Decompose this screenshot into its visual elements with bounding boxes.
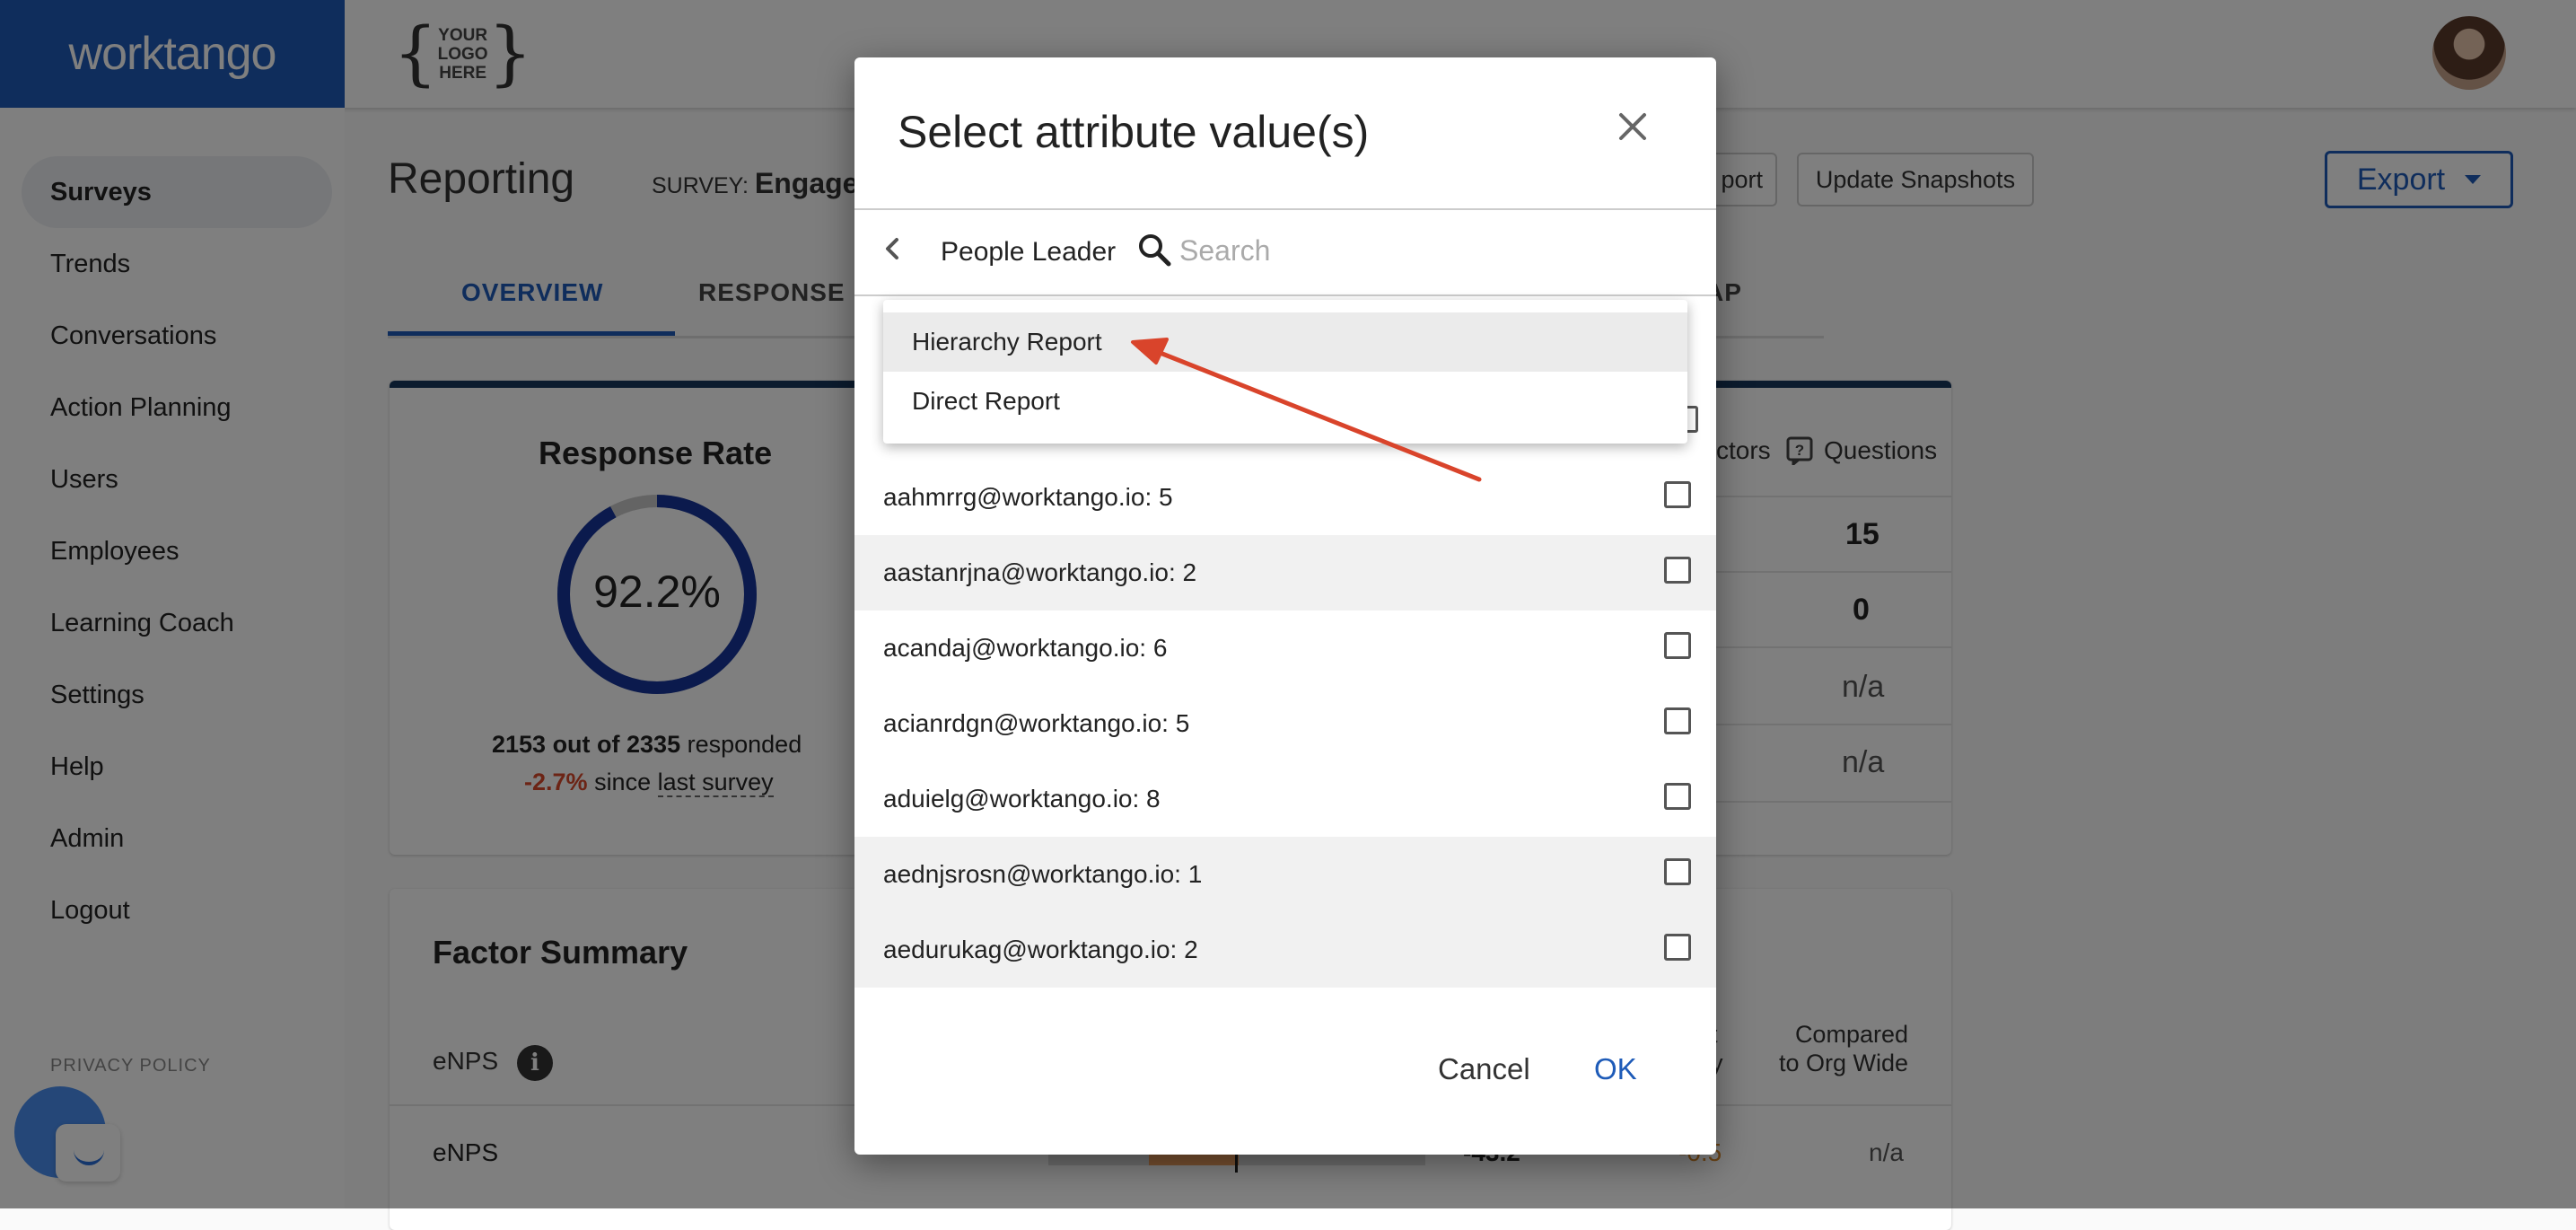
search-icon: [1139, 234, 1171, 267]
list-item[interactable]: aahmrrg@worktango.io: 5: [854, 460, 1716, 535]
list-item-checkbox[interactable]: [1664, 707, 1691, 734]
modal-title: Select attribute value(s): [898, 107, 1370, 157]
list-item-checkbox[interactable]: [1664, 783, 1691, 810]
list-item[interactable]: aedurukag@worktango.io: 2: [854, 912, 1716, 988]
list-item[interactable]: acianrdgn@worktango.io: 5: [854, 686, 1716, 761]
list-item[interactable]: aednjsrosn@worktango.io: 1: [854, 837, 1716, 912]
dropdown-option-hierarchy-report[interactable]: Hierarchy Report: [883, 312, 1687, 372]
close-icon[interactable]: [1610, 104, 1655, 149]
list-item[interactable]: acandaj@worktango.io: 6: [854, 611, 1716, 686]
list-item[interactable]: aduielg@worktango.io: 8: [854, 761, 1716, 837]
ok-button[interactable]: OK: [1594, 1052, 1637, 1086]
list-item[interactable]: aastanrjna@worktango.io: 2: [854, 535, 1716, 611]
list-item-checkbox[interactable]: [1664, 481, 1691, 508]
search-input[interactable]: [1178, 228, 1684, 273]
cancel-button[interactable]: Cancel: [1438, 1052, 1530, 1086]
dropdown-option-direct-report[interactable]: Direct Report: [883, 372, 1687, 431]
chevron-left-icon[interactable]: [878, 233, 908, 264]
list-item-checkbox[interactable]: [1664, 632, 1691, 659]
attribute-type-dropdown: Hierarchy Report Direct Report: [883, 300, 1687, 444]
list-item-checkbox[interactable]: [1664, 557, 1691, 584]
list-item-checkbox[interactable]: [1664, 934, 1691, 961]
attribute-breadcrumb[interactable]: People Leader: [941, 237, 1116, 268]
select-attribute-modal: Select attribute value(s) People Leader …: [854, 57, 1716, 1155]
list-item-checkbox[interactable]: [1664, 858, 1691, 885]
